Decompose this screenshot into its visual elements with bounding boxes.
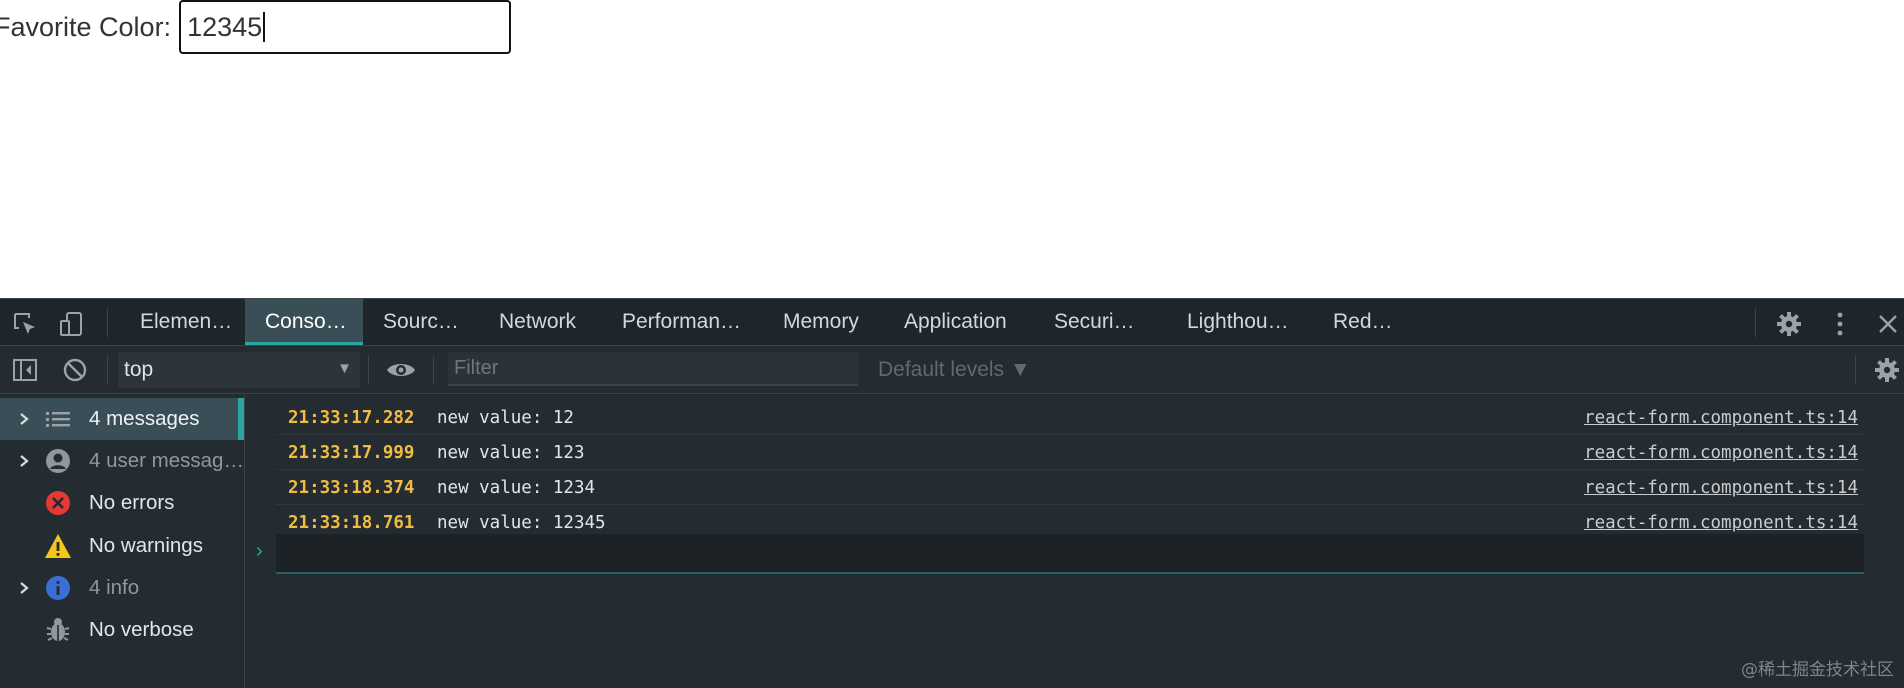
tab-performance[interactable]: Performan… [602, 299, 761, 345]
tab-security[interactable]: Securi… [1034, 299, 1155, 345]
favorite-color-row: Favorite Color: 12345 [0, 0, 512, 54]
tab-application[interactable]: Application [884, 299, 1027, 345]
tab-redux[interactable]: Red… [1313, 299, 1413, 345]
sidebar-item-label: 4 user messag… [89, 449, 244, 472]
devtools-tabbar: Elemen… Conso… Sourc… Network Performan…… [0, 298, 1904, 346]
tab-separator [1755, 309, 1756, 337]
text-caret [263, 12, 265, 42]
toolbar-separator [107, 356, 108, 384]
context-selector-value: top [124, 358, 154, 381]
clear-console-icon[interactable] [62, 357, 88, 383]
favorite-color-value: 12345 [187, 11, 263, 42]
sidebar-item-label: No verbose [89, 618, 194, 641]
log-levels-dropdown[interactable]: Default levels ▼ [878, 358, 1031, 382]
favorite-color-input[interactable]: 12345 [179, 0, 512, 54]
message-text: new value: 12345 [437, 513, 606, 533]
dropdown-arrow-icon: ▼ [337, 360, 352, 377]
chevron-right-icon[interactable] [17, 581, 31, 595]
warning-icon [45, 534, 71, 558]
filter-input[interactable] [448, 352, 858, 386]
favorite-color-label: Favorite Color: [0, 11, 172, 42]
close-devtools-icon[interactable] [1875, 311, 1901, 337]
message-source-link[interactable]: react-form.component.ts:14 [1584, 408, 1858, 428]
console-sidebar: 4 messages 4 user messag… No errors No w… [0, 395, 245, 688]
info-icon [46, 576, 70, 600]
console-output: 21:33:17.282 new value: 12 react-form.co… [246, 395, 1904, 688]
list-icon [46, 412, 70, 427]
error-icon [46, 491, 70, 515]
web-page: Favorite Color: 12345 [0, 0, 1904, 298]
console-message: 21:33:17.282 new value: 12 react-form.co… [276, 400, 1864, 435]
sidebar-item-label: No warnings [89, 534, 203, 557]
sidebar-item-info[interactable]: 4 info [0, 567, 244, 609]
tab-lighthouse[interactable]: Lighthou… [1167, 299, 1309, 345]
message-source-link[interactable]: react-form.component.ts:14 [1584, 478, 1858, 498]
message-text: new value: 123 [437, 443, 585, 463]
toolbar-separator [1855, 356, 1856, 384]
devtools-panel: Elemen… Conso… Sourc… Network Performan…… [0, 298, 1904, 688]
message-text: new value: 12 [437, 408, 574, 428]
watermark: @稀土掘金技术社区 [1741, 660, 1894, 680]
console-message: 21:33:17.999 new value: 123 react-form.c… [276, 435, 1864, 470]
sidebar-item-label: No errors [89, 491, 175, 514]
console-message: 21:33:18.374 new value: 1234 react-form.… [276, 470, 1864, 505]
message-timestamp: 21:33:17.282 [288, 408, 415, 428]
message-timestamp: 21:33:18.761 [288, 513, 415, 533]
live-expression-eye-icon[interactable] [386, 357, 415, 383]
tab-elements[interactable]: Elemen… [120, 299, 252, 345]
tab-console[interactable]: Conso… [245, 299, 363, 345]
console-settings-gear-icon[interactable] [1874, 357, 1900, 383]
toolbar-separator [433, 356, 434, 384]
tab-memory[interactable]: Memory [763, 299, 879, 345]
sidebar-item-verbose[interactable]: No verbose [0, 609, 244, 651]
inspect-element-icon[interactable] [12, 311, 38, 337]
sidebar-item-label: 4 info [89, 576, 140, 599]
sidebar-item-warnings[interactable]: No warnings [0, 525, 244, 567]
tab-network[interactable]: Network [479, 299, 596, 345]
user-icon [46, 449, 70, 473]
console-toolbar: top ▼ Default levels ▼ [0, 346, 1904, 394]
sidebar-item-label: 4 messages [89, 407, 200, 430]
chevron-right-icon[interactable] [17, 412, 31, 426]
more-options-icon[interactable] [1827, 311, 1853, 337]
prompt-chevron-icon: › [256, 540, 263, 562]
toolbar-separator [368, 356, 369, 384]
sidebar-item-errors[interactable]: No errors [0, 482, 244, 524]
console-prompt-input[interactable]: › [256, 534, 1864, 574]
tab-separator [107, 309, 108, 337]
show-sidebar-icon[interactable] [12, 357, 38, 383]
device-toolbar-icon[interactable] [58, 311, 84, 337]
sidebar-item-user-messages[interactable]: 4 user messag… [0, 440, 244, 482]
message-source-link[interactable]: react-form.component.ts:14 [1584, 443, 1858, 463]
message-text: new value: 1234 [437, 478, 596, 498]
message-source-link[interactable]: react-form.component.ts:14 [1584, 513, 1858, 533]
message-timestamp: 21:33:17.999 [288, 443, 415, 463]
sidebar-item-messages[interactable]: 4 messages [0, 398, 244, 440]
message-timestamp: 21:33:18.374 [288, 478, 415, 498]
chevron-right-icon[interactable] [17, 454, 31, 468]
bug-icon [46, 618, 70, 641]
tab-sources[interactable]: Sourc… [363, 299, 479, 345]
settings-gear-icon[interactable] [1776, 311, 1802, 337]
context-selector[interactable]: top ▼ [118, 352, 360, 388]
